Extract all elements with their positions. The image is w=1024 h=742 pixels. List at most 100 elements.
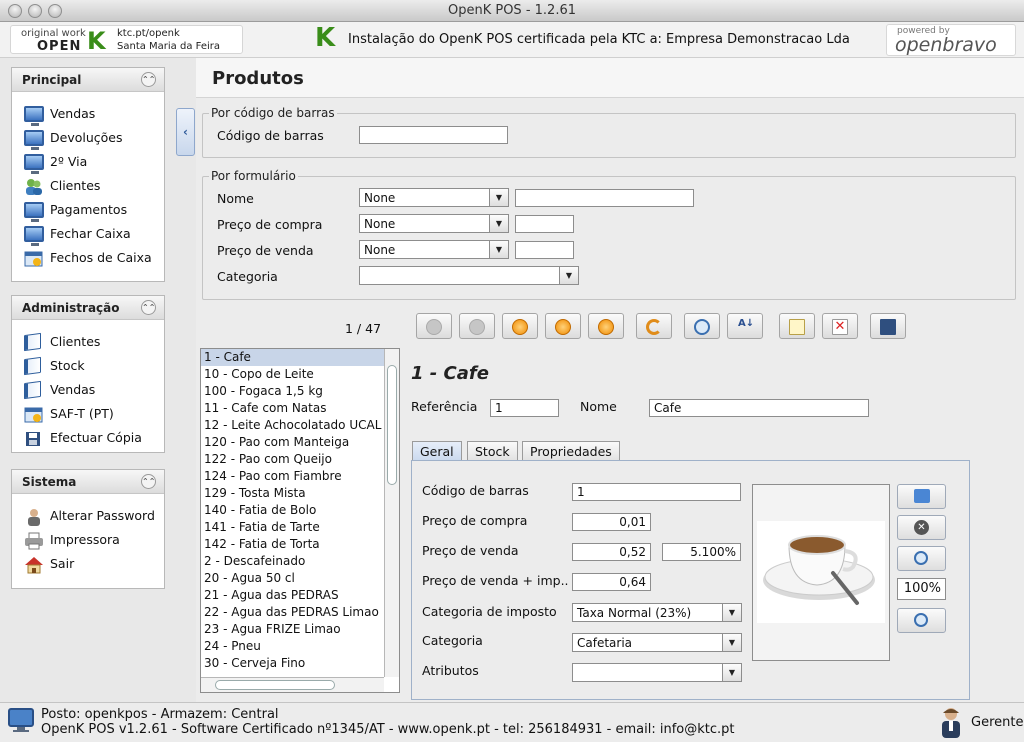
product-list-item[interactable]: 140 - Fatia de Bolo — [201, 502, 399, 519]
product-list-item[interactable]: 1 - Cafe — [201, 349, 399, 366]
menu-item-sair[interactable]: Sair — [12, 552, 164, 576]
first-record-button[interactable] — [416, 313, 452, 339]
menu-item-impressora[interactable]: Impressora — [12, 528, 164, 552]
collapse-chevron-icon[interactable]: ⌃⌃ — [141, 300, 156, 315]
preco-venda-operator-select[interactable]: None ▼ — [359, 240, 509, 259]
search-button[interactable] — [684, 313, 720, 339]
first-icon — [426, 319, 442, 335]
product-list-item[interactable]: 122 - Pao com Queijo — [201, 451, 399, 468]
product-list-item[interactable]: 20 - Agua 50 cl — [201, 570, 399, 587]
product-list-item[interactable]: 11 - Cafe com Natas — [201, 400, 399, 417]
product-list-item[interactable]: 2 - Descafeinado — [201, 553, 399, 570]
categoria-select[interactable]: ▼ — [359, 266, 579, 285]
referencia-input[interactable]: 1 — [490, 399, 559, 417]
preco-venda-detail-input[interactable]: 0,52 — [572, 543, 651, 561]
collapse-chevron-icon[interactable]: ⌃⌃ — [141, 72, 156, 87]
last-icon — [598, 319, 614, 335]
menu-item-admin-vendas[interactable]: Vendas — [12, 378, 164, 402]
scrollbar-thumb[interactable] — [215, 680, 335, 690]
save-record-button[interactable] — [870, 313, 906, 339]
categoria-detail-select[interactable]: Cafetaria ▼ — [572, 633, 742, 652]
k-icon: K — [315, 23, 336, 53]
product-list-item[interactable]: 21 - Agua das PEDRAS — [201, 587, 399, 604]
collapse-sidebar-button[interactable]: ‹ — [176, 108, 195, 156]
delete-record-button[interactable]: ✕ — [822, 313, 858, 339]
menu-item-vendas[interactable]: Vendas — [12, 102, 164, 126]
next-down-button[interactable] — [502, 313, 538, 339]
product-list-item[interactable]: 30 - Cerveja Fino — [201, 655, 399, 672]
product-list-item[interactable]: 10 - Copo de Leite — [201, 366, 399, 383]
preco-venda-detail-label: Preço de venda — [422, 543, 519, 558]
product-list-item[interactable]: 141 - Fatia de Tarte — [201, 519, 399, 536]
categoria-imposto-label: Categoria de imposto — [422, 604, 557, 619]
menu-item-admin-stock[interactable]: Stock — [12, 354, 164, 378]
categoria-imposto-select[interactable]: Taxa Normal (23%) ▼ — [572, 603, 742, 622]
menu-item-admin-clientes[interactable]: Clientes — [12, 330, 164, 354]
tab-propriedades[interactable]: Propriedades — [522, 441, 620, 461]
tab-stock[interactable]: Stock — [467, 441, 518, 461]
scrollbar-thumb[interactable] — [387, 365, 397, 485]
panel-header-principal[interactable]: Principal ⌃⌃ — [12, 68, 164, 92]
menu-item-fechar-caixa[interactable]: Fechar Caixa — [12, 222, 164, 246]
product-list-item[interactable]: 142 - Fatia de Torta — [201, 536, 399, 553]
zoom-in-button[interactable] — [897, 546, 946, 571]
chevron-down-icon: ▼ — [489, 189, 508, 206]
preco-venda-imp-input[interactable]: 0,64 — [572, 573, 651, 591]
nome-operator-select[interactable]: None ▼ — [359, 188, 509, 207]
menu-item-efectuar-copia[interactable]: Efectuar Cópia — [12, 426, 164, 450]
list-vertical-scrollbar[interactable] — [384, 349, 399, 677]
menu-item-2-via[interactable]: 2º Via — [12, 150, 164, 174]
nome-input[interactable] — [515, 189, 694, 207]
atributos-label: Atributos — [422, 663, 479, 678]
product-list-item[interactable]: 129 - Tosta Mista — [201, 485, 399, 502]
logo-k: K — [87, 27, 106, 55]
codigo-barras-input[interactable]: 1 — [572, 483, 741, 501]
margem-input[interactable]: 5.100% — [662, 543, 741, 561]
delete-icon: ✕ — [832, 319, 848, 335]
tab-geral[interactable]: Geral — [412, 441, 462, 462]
pager-text: 1 / 47 — [345, 321, 382, 336]
barcode-input[interactable] — [359, 126, 508, 144]
preco-compra-detail-input[interactable]: 0,01 — [572, 513, 651, 531]
panel-header-administracao[interactable]: Administração ⌃⌃ — [12, 296, 164, 320]
product-list-item[interactable]: 23 - Agua FRIZE Limao — [201, 621, 399, 638]
product-list[interactable]: 1 - Cafe 10 - Copo de Leite 100 - Fogaca 1… — [200, 348, 400, 693]
sort-button[interactable]: A↓ — [727, 313, 763, 339]
open-image-button[interactable] — [897, 484, 946, 509]
menu-item-saft[interactable]: SAF-T (PT) — [12, 402, 164, 426]
menu-item-label: Alterar Password — [50, 508, 155, 523]
menu-item-label: 2º Via — [50, 154, 88, 169]
product-list-item[interactable]: 100 - Fogaca 1,5 kg — [201, 383, 399, 400]
remove-image-button[interactable]: ✕ — [897, 515, 946, 540]
codigo-barras-label: Código de barras — [422, 483, 529, 498]
nome-detail-input[interactable]: Cafe — [649, 399, 869, 417]
panel-header-sistema[interactable]: Sistema ⌃⌃ — [12, 470, 164, 494]
preco-venda-input[interactable] — [515, 241, 574, 259]
product-list-item[interactable]: 24 - Pneu — [201, 638, 399, 655]
user-icon — [24, 508, 44, 526]
product-list-item[interactable]: 124 - Pao com Fiambre — [201, 468, 399, 485]
product-list-item[interactable]: 12 - Leite Achocolatado UCAL — [201, 417, 399, 434]
collapse-chevron-icon[interactable]: ⌃⌃ — [141, 474, 156, 489]
menu-item-pagamentos[interactable]: Pagamentos — [12, 198, 164, 222]
panel-title: Administração — [22, 301, 120, 315]
reload-button[interactable] — [636, 313, 672, 339]
menu-item-clientes[interactable]: Clientes — [12, 174, 164, 198]
product-list-item[interactable]: 120 - Pao com Manteiga — [201, 434, 399, 451]
page-title: Produtos — [212, 68, 304, 89]
atributos-select[interactable]: ▼ — [572, 663, 742, 682]
select-value: None — [364, 243, 396, 257]
preco-compra-input[interactable] — [515, 215, 574, 233]
previous-record-button[interactable] — [459, 313, 495, 339]
openbravo-text: openbravo — [895, 34, 997, 56]
last-record-button[interactable] — [588, 313, 624, 339]
product-list-item[interactable]: 22 - Agua das PEDRAS Limao — [201, 604, 399, 621]
new-record-button[interactable] — [779, 313, 815, 339]
menu-item-fechos-de-caixa[interactable]: Fechos de Caixa — [12, 246, 164, 270]
next-record-button[interactable] — [545, 313, 581, 339]
menu-item-alterar-password[interactable]: Alterar Password — [12, 504, 164, 528]
preco-compra-operator-select[interactable]: None ▼ — [359, 214, 509, 233]
zoom-out-button[interactable] — [897, 608, 946, 633]
list-horizontal-scrollbar[interactable] — [201, 677, 384, 692]
menu-item-devolucoes[interactable]: Devoluções — [12, 126, 164, 150]
